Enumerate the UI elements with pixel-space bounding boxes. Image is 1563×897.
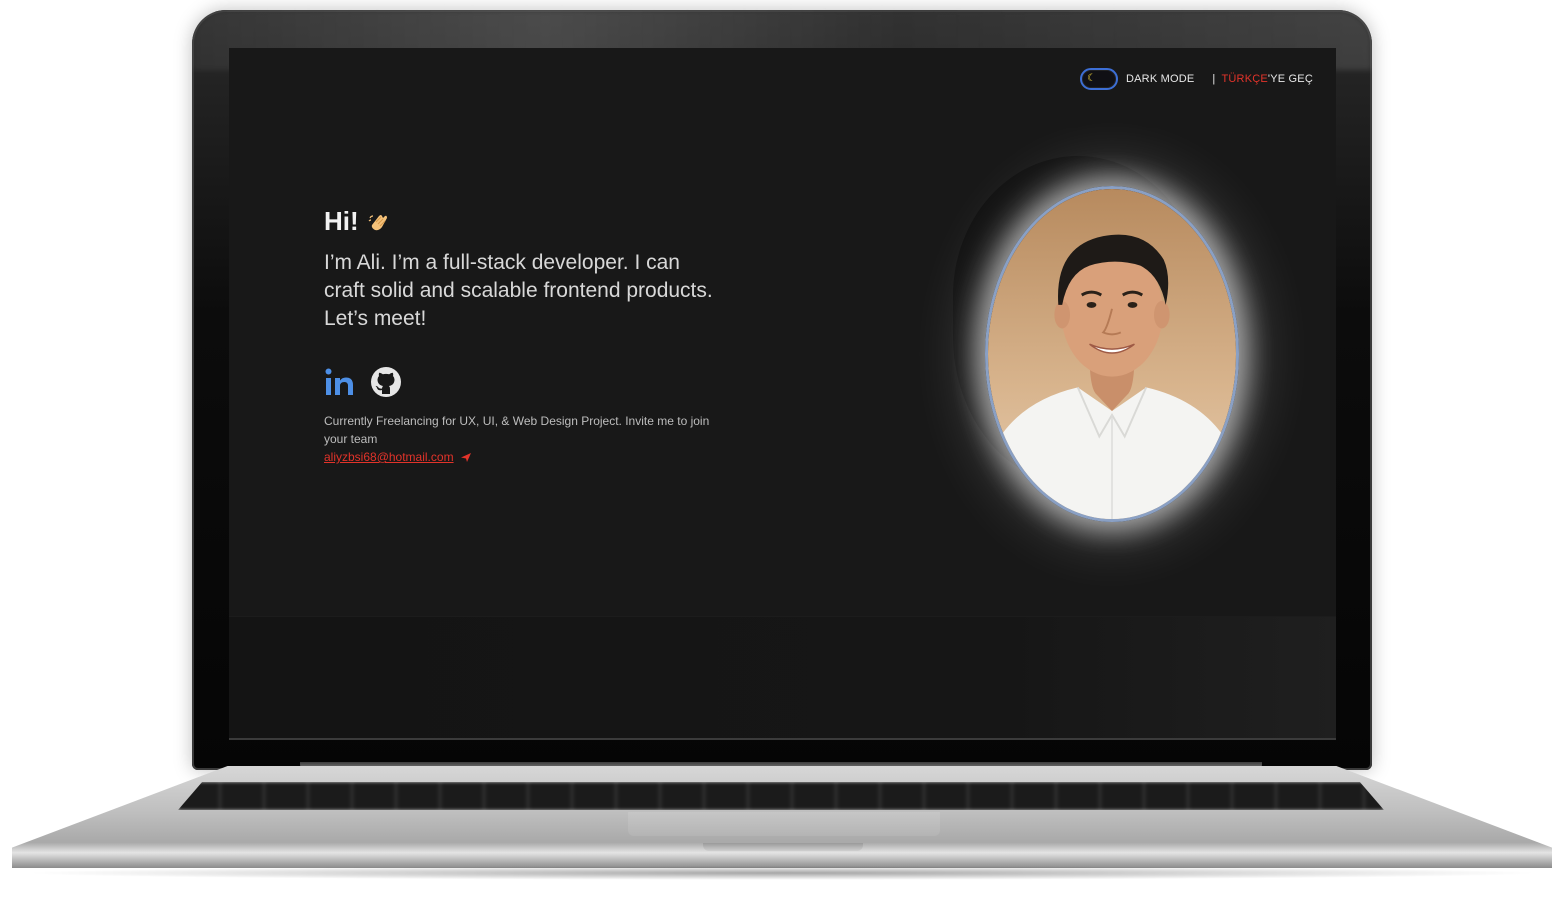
waving-hand-icon <box>368 214 387 230</box>
hero-section: Hi! I’m Ali. I’m a full-stack developer.… <box>324 206 714 333</box>
greeting-text: Hi! <box>324 206 359 236</box>
social-links <box>324 366 402 398</box>
paper-plane-icon <box>460 453 471 462</box>
email-link[interactable]: aliyzbsi68@hotmail.com <box>324 448 454 466</box>
profile-photo-container <box>951 156 1239 524</box>
linkedin-icon <box>325 368 353 395</box>
language-switch-rest: 'YE GEÇ <box>1267 73 1313 85</box>
linkedin-link[interactable] <box>324 366 356 398</box>
laptop-trackpad <box>628 812 940 836</box>
github-link[interactable] <box>370 366 402 398</box>
laptop-shadow <box>20 866 1545 880</box>
dark-mode-label: DARK MODE <box>1126 73 1195 85</box>
laptop-screen: ☾ DARK MODE | TÜRKÇE'YE GEÇ Hi! I’m Ali.… <box>229 48 1336 740</box>
language-switch-accent: TÜRKÇE <box>1221 73 1268 85</box>
profile-photo <box>985 186 1239 522</box>
header-separator: | <box>1212 73 1216 85</box>
laptop-front-notch <box>703 843 863 851</box>
screen-lower-area <box>229 616 1336 740</box>
laptop-keyboard <box>178 782 1384 810</box>
greeting-heading: Hi! <box>324 206 714 237</box>
email-row: aliyzbsi68@hotmail.com <box>324 448 714 466</box>
github-icon <box>371 367 401 397</box>
profile-photo-image <box>988 189 1236 519</box>
dark-mode-toggle[interactable]: ☾ <box>1080 68 1118 90</box>
moon-icon: ☾ <box>1087 73 1097 84</box>
language-switch-link[interactable]: TÜRKÇE'YE GEÇ <box>1221 73 1313 85</box>
intro-paragraph: I’m Ali. I’m a full-stack developer. I c… <box>324 251 713 330</box>
top-bar: ☾ DARK MODE | TÜRKÇE'YE GEÇ <box>1080 68 1313 90</box>
freelance-status: Currently Freelancing for UX, UI, & Web … <box>324 412 714 466</box>
status-text: Currently Freelancing for UX, UI, & Web … <box>324 414 710 446</box>
screen-bottom-edge <box>229 738 1336 740</box>
